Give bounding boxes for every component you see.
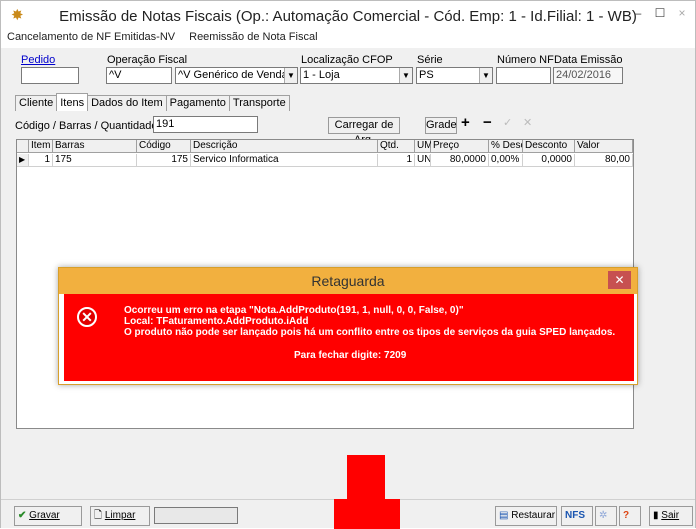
error-message-line2: Local: TFaturamento.AddProduto.iAdd (124, 316, 309, 327)
title-bar: ✸ Emissão de Notas Fiscais (Op.: Automaç… (1, 1, 695, 31)
table-cell[interactable]: 80,00 (575, 154, 633, 167)
cfop-select[interactable]: 1 - Loja ▼ (300, 67, 413, 84)
table-cell[interactable]: UN (415, 154, 431, 167)
grid-indicator-header (17, 140, 29, 153)
table-cell[interactable]: 0,00% (489, 154, 523, 167)
restore-icon: ▤ (499, 510, 509, 521)
error-dialog: Retaguarda ✕ ✕ Ocorreu um erro na etapa … (58, 267, 638, 385)
check-icon: ✔ (18, 510, 27, 521)
grid-header-qtd[interactable]: Qtd. (378, 140, 415, 153)
help-icon[interactable]: ? (619, 506, 641, 526)
cfop-select-value: 1 - Loja (303, 69, 340, 81)
numero-nf-label: Número NF (497, 54, 554, 66)
pedido-label[interactable]: Pedido (21, 54, 55, 66)
menu-cancelamento[interactable]: Cancelamento de NF Emitidas-NV (7, 31, 175, 48)
chevron-down-icon[interactable]: ▼ (399, 68, 412, 83)
main-window: ✸ Emissão de Notas Fiscais (Op.: Automaç… (0, 0, 696, 529)
operacao-label: Operação Fiscal (107, 54, 188, 66)
tab-transporte[interactable]: Transporte (228, 95, 290, 111)
error-message-line1: Ocorreu um erro na etapa "Nota.AddProdut… (124, 305, 464, 316)
carregar-arquivo-button[interactable]: Carregar de Arq. (328, 117, 400, 146)
table-cell[interactable]: 80,0000 (431, 154, 489, 167)
grid-header-codigo[interactable]: Código (137, 140, 191, 153)
status-progress-field (154, 507, 238, 524)
add-icon[interactable]: + (461, 114, 470, 131)
tab-pagamento[interactable]: Pagamento (165, 95, 230, 111)
red-arrow-base (334, 499, 400, 529)
document-icon: 🗋 (94, 510, 103, 521)
red-arrow-marker (347, 455, 385, 500)
tab-dados-do-item[interactable]: Dados do Item (87, 95, 167, 111)
limpar-label: Limpar (104, 510, 136, 521)
dialog-title: Retaguarda (59, 268, 637, 294)
data-emissao-input[interactable]: 24/02/2016 (553, 67, 623, 84)
chevron-down-icon[interactable]: ▼ (284, 68, 297, 83)
numero-nf-input[interactable] (496, 67, 551, 84)
minimize-button[interactable]: – (627, 5, 649, 23)
table-cell[interactable]: 1 (29, 154, 53, 167)
serie-label: Série (417, 54, 443, 66)
grid-header-item[interactable]: Item (29, 140, 53, 153)
nfs-button[interactable]: NFS (561, 506, 593, 526)
tab-itens[interactable]: Itens (56, 93, 89, 111)
operacao-select-value: ^V Genérico de Vendas (178, 69, 294, 81)
serie-select[interactable]: PS ▼ (416, 67, 493, 84)
serie-select-value: PS (419, 69, 434, 81)
grade-button[interactable]: Grade (425, 117, 457, 134)
table-cell[interactable]: Servico Informatica (191, 154, 378, 167)
menu-reemissao[interactable]: Reemissão de Nota Fiscal (189, 31, 317, 48)
table-cell[interactable]: 175 (137, 154, 191, 167)
operacao-select[interactable]: ^V Genérico de Vendas ▼ (175, 67, 298, 84)
codigo-input[interactable]: 191 (153, 116, 258, 133)
settings-icon[interactable]: ✲ (595, 506, 617, 526)
close-window-button[interactable]: × (671, 5, 693, 23)
dialog-body: ✕ Ocorreu um erro na etapa "Nota.AddProd… (64, 294, 634, 381)
operacao-code-input[interactable]: ^V (106, 67, 172, 84)
table-cell[interactable]: 175 (53, 154, 137, 167)
tab-cliente[interactable]: Cliente (15, 95, 58, 111)
grid-header-desc-pct[interactable]: % Desc (489, 140, 523, 153)
grid-header-descricao[interactable]: Descrição (191, 140, 378, 153)
data-emissao-label: Data Emissão (554, 54, 623, 66)
sair-button[interactable]: ▮ Sair (649, 506, 693, 526)
gravar-label: Gravar (29, 510, 60, 521)
maximize-button[interactable]: ☐ (649, 5, 671, 23)
cancel-icon[interactable]: ✕ (523, 116, 532, 129)
error-icon: ✕ (77, 307, 97, 327)
restaurar-label: Restaurar (511, 510, 556, 521)
gravar-button[interactable]: ✔ Gravar (14, 506, 82, 526)
codigo-label: Código / Barras / Quantidade * (15, 120, 165, 132)
menu-bar: Cancelamento de NF Emitidas-NV Reemissão… (1, 31, 695, 48)
table-cell[interactable]: 0,0000 (523, 154, 575, 167)
dialog-close-button[interactable]: ✕ (608, 271, 631, 289)
table-cell[interactable]: 1 (378, 154, 415, 167)
remove-icon[interactable]: − (483, 114, 492, 131)
chevron-down-icon[interactable]: ▼ (479, 68, 492, 83)
grid-header-preco[interactable]: Preço (431, 140, 489, 153)
grid-header-valor[interactable]: Valor (575, 140, 633, 153)
cfop-label: Localização CFOP (301, 54, 393, 66)
limpar-button[interactable]: 🗋 Limpar (90, 506, 150, 526)
grid-header-barras[interactable]: Barras (53, 140, 137, 153)
exit-door-icon: ▮ (653, 510, 659, 521)
check-icon[interactable]: ✓ (503, 116, 512, 129)
sair-label: Sair (661, 510, 680, 521)
grid-header-um[interactable]: UM (415, 140, 433, 153)
row-indicator-icon: ▶ (17, 154, 29, 167)
grid-header-desconto[interactable]: Desconto (523, 140, 575, 153)
error-close-code: Para fechar digite: 7209 (294, 350, 407, 361)
pedido-input[interactable] (21, 67, 79, 84)
error-message-line3: O produto não pode ser lançado pois há u… (124, 327, 616, 338)
restaurar-button[interactable]: ▤ Restaurar (495, 506, 557, 526)
window-title: Emissão de Notas Fiscais (Op.: Automação… (59, 8, 637, 25)
tab-bar: Cliente Itens Dados do Item Pagamento Tr… (15, 93, 290, 112)
